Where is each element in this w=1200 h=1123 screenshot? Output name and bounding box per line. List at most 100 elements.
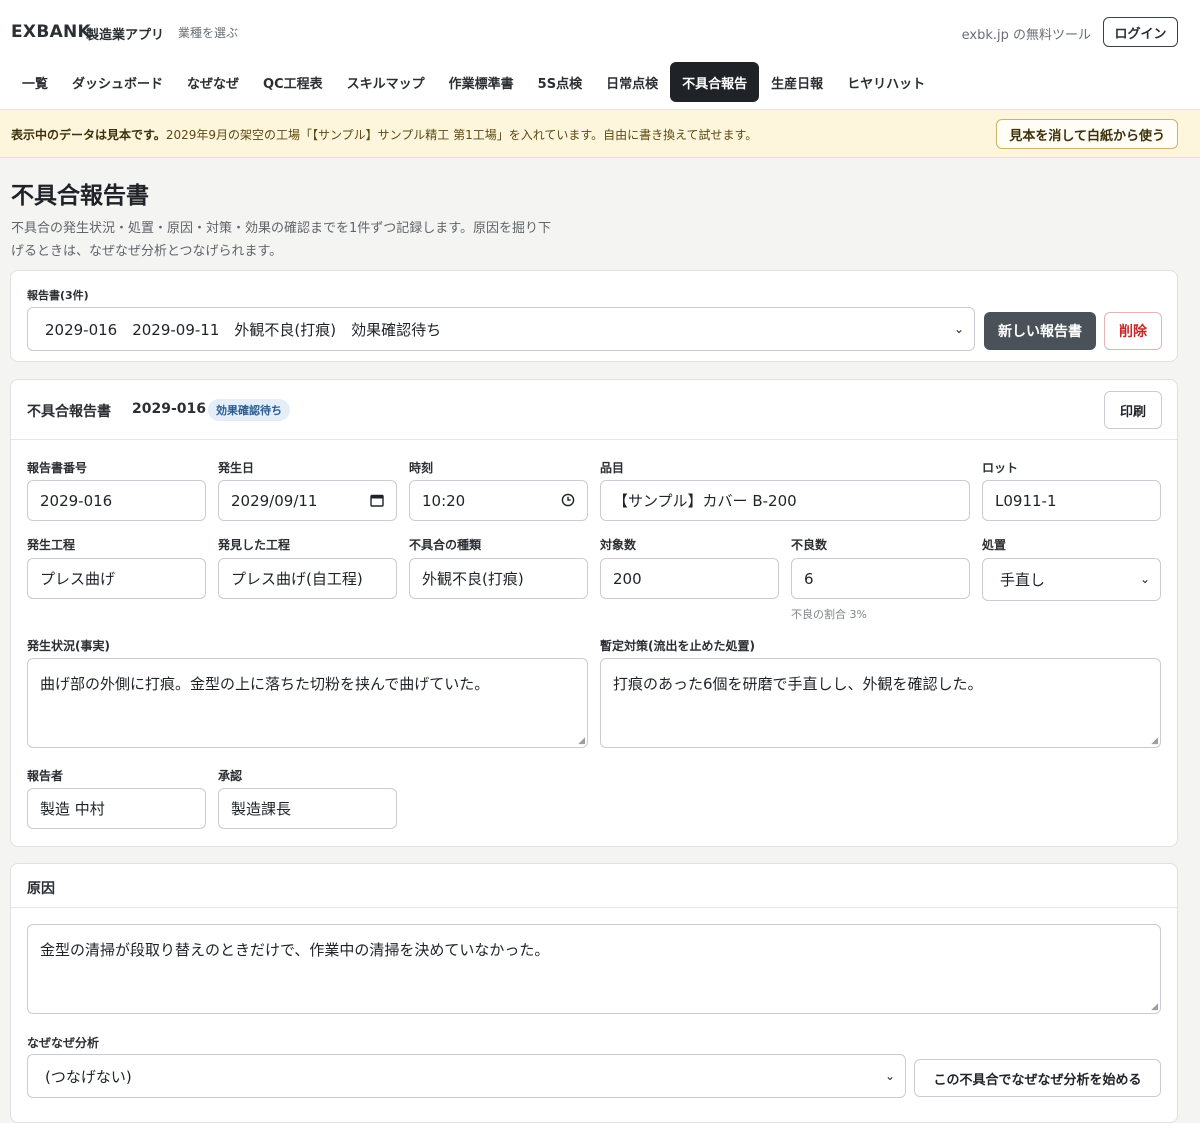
status-badge: 効果確認待ち [208, 399, 290, 421]
time-value: 10:20 [422, 491, 466, 510]
report-selector-card: 報告書(3件) 2029-016 2029-09-11 外観不良(打痕) 効果確… [10, 270, 1178, 362]
why-analysis-value: (つなげない) [45, 1067, 132, 1086]
resize-grip-icon[interactable]: ◢ [578, 736, 585, 746]
report-no-field[interactable]: 2029-016 [27, 480, 206, 521]
approver-field[interactable]: 製造課長 [218, 788, 397, 829]
defect-count-value: 6 [804, 569, 814, 588]
disposition-select[interactable]: 手直し ⌄ [982, 558, 1161, 601]
resize-grip-icon[interactable]: ◢ [1151, 736, 1158, 746]
report-selector-label: 報告書(3件) [27, 289, 89, 302]
target-count-field[interactable]: 200 [600, 558, 779, 599]
report-header-number: 2029-016 [132, 401, 206, 417]
print-button[interactable]: 印刷 [1104, 391, 1162, 429]
process-field[interactable]: プレス曲げ [27, 558, 206, 599]
delete-report-button[interactable]: 削除 [1104, 312, 1162, 350]
reporter-field[interactable]: 製造 中村 [27, 788, 206, 829]
lot-field[interactable]: L0911-1 [982, 480, 1161, 521]
found-process-label: 発見した工程 [218, 538, 291, 552]
nav-item-near-miss[interactable]: ヒヤリハット [835, 62, 937, 102]
lot-label: ロット [982, 461, 1019, 475]
brand-row: EXBANK 製造業アプリ 業種を選ぶ exbk.jp の無料ツール ログイン [11, 16, 1178, 48]
nav-item-daily-production[interactable]: 生産日報 [759, 62, 835, 102]
situation-textarea[interactable]: 曲げ部の外側に打痕。金型の上に落ちた切粉を挟んで曲げていた。 ◢ [27, 658, 588, 748]
clock-icon[interactable] [561, 493, 575, 511]
situation-label: 発生状況(事実) [27, 639, 110, 653]
app-name[interactable]: 製造業アプリ [86, 24, 164, 43]
defect-count-field[interactable]: 6 [791, 558, 970, 599]
cause-value: 金型の清掃が段取り替えのときだけで、作業中の清掃を決めていなかった。 [40, 941, 550, 959]
nav-item-why-why[interactable]: なぜなぜ [175, 62, 251, 102]
found-process-field[interactable]: プレス曲げ(自工程) [218, 558, 397, 599]
free-tools-link[interactable]: exbk.jp の無料ツール [962, 24, 1091, 43]
why-analysis-label: なぜなぜ分析 [27, 1036, 100, 1050]
approver-label: 承認 [218, 769, 243, 783]
time-field[interactable]: 10:20 [409, 480, 588, 521]
report-detail-card: 不具合報告書 2029-016 効果確認待ち 印刷 報告書番号 2029-016… [10, 379, 1178, 847]
target-count-value: 200 [613, 569, 642, 588]
calendar-icon[interactable] [370, 493, 384, 511]
chevron-down-icon: ⌄ [1139, 572, 1150, 586]
nav-item-list[interactable]: 一覧 [11, 62, 60, 102]
nav-item-5s-check[interactable]: 5S点検 [526, 62, 594, 102]
nav-item-qc-process[interactable]: QC工程表 [251, 62, 335, 102]
sample-data-banner: 表示中のデータは見本です。2029年9月の架空の工場「【サンプル】サンプル精工 … [0, 110, 1200, 158]
chevron-down-icon: ⌄ [884, 1069, 895, 1083]
logo[interactable]: EXBANK [11, 22, 91, 42]
start-why-analysis-button[interactable]: この不具合でなぜなぜ分析を始める [914, 1059, 1161, 1097]
defect-rate-hint: 不良の割合 3% [791, 608, 867, 621]
resize-grip-icon[interactable]: ◢ [1151, 1002, 1158, 1012]
interim-value: 打痕のあった6個を研磨で手直しし、外観を確認した。 [613, 675, 983, 693]
lot-value: L0911-1 [995, 491, 1057, 510]
clear-sample-button[interactable]: 見本を消して白紙から使う [996, 119, 1178, 149]
situation-value: 曲げ部の外側に打痕。金型の上に落ちた切粉を挟んで曲げていた。 [40, 675, 490, 693]
defect-type-value: 外観不良(打痕) [422, 570, 524, 588]
nav-item-dashboard[interactable]: ダッシュボード [60, 62, 175, 102]
page-heading: 不具合報告書 不具合の発生状況・処置・原因・対策・効果の確認までを1件ずつ記録し… [11, 176, 571, 263]
nav-item-daily-check[interactable]: 日常点検 [594, 62, 670, 102]
page-title: 不具合報告書 [11, 183, 149, 209]
why-analysis-select[interactable]: (つなげない) ⌄ [27, 1054, 906, 1098]
nav-item-defect-report[interactable]: 不具合報告 [670, 62, 760, 102]
target-count-label: 対象数 [600, 538, 637, 552]
process-label: 発生工程 [27, 538, 76, 552]
report-select[interactable]: 2029-016 2029-09-11 外観不良(打痕) 効果確認待ち ⌄ [27, 307, 975, 351]
cause-header: 原因 [11, 864, 1177, 908]
defect-count-label: 不良数 [791, 538, 828, 552]
date-field[interactable]: 2029/09/11 [218, 480, 397, 521]
disposition-value: 手直し [1000, 571, 1046, 589]
industry-select-link[interactable]: 業種を選ぶ [178, 24, 238, 41]
report-select-value: 2029-016 2029-09-11 外観不良(打痕) 効果確認待ち [45, 320, 442, 339]
defect-type-field[interactable]: 外観不良(打痕) [409, 558, 588, 599]
new-report-button[interactable]: 新しい報告書 [984, 312, 1096, 350]
disposition-label: 処置 [982, 538, 1007, 552]
banner-detail-text: 2029年9月の架空の工場「【サンプル】サンプル精工 第1工場」を入れています。… [165, 128, 758, 142]
approver-value: 製造課長 [231, 800, 292, 818]
nav-item-work-standard[interactable]: 作業標準書 [437, 62, 526, 102]
interim-textarea[interactable]: 打痕のあった6個を研磨で手直しし、外観を確認した。 ◢ [600, 658, 1161, 748]
report-header-title: 不具合報告書 [27, 404, 111, 420]
report-no-label: 報告書番号 [27, 461, 88, 475]
date-value: 2029/09/11 [231, 491, 318, 510]
process-value: プレス曲げ [40, 570, 116, 588]
report-detail-header: 不具合報告書 2029-016 効果確認待ち 印刷 [11, 380, 1177, 440]
nav-item-skill-map[interactable]: スキルマップ [335, 62, 437, 102]
chevron-down-icon: ⌄ [953, 322, 964, 336]
defect-type-label: 不具合の種類 [409, 538, 482, 552]
cause-title: 原因 [27, 881, 55, 897]
banner-bold-text: 表示中のデータは見本です。 [11, 128, 166, 142]
interim-label: 暫定対策(流出を止めた処置) [600, 639, 755, 653]
main-nav: 一覧 ダッシュボード なぜなぜ QC工程表 スキルマップ 作業標準書 5S点検 … [11, 62, 937, 102]
item-field[interactable]: 【サンプル】カバー B-200 [600, 480, 970, 521]
banner-text: 表示中のデータは見本です。2029年9月の架空の工場「【サンプル】サンプル精工 … [11, 126, 757, 143]
top-header: EXBANK 製造業アプリ 業種を選ぶ exbk.jp の無料ツール ログイン … [0, 0, 1200, 110]
date-label: 発生日 [218, 461, 255, 475]
cause-card: 原因 金型の清掃が段取り替えのときだけで、作業中の清掃を決めていなかった。 ◢ … [10, 863, 1178, 1123]
report-no-value: 2029-016 [40, 491, 113, 510]
time-label: 時刻 [409, 461, 434, 475]
reporter-label: 報告者 [27, 769, 64, 783]
login-button[interactable]: ログイン [1103, 17, 1178, 47]
cause-textarea[interactable]: 金型の清掃が段取り替えのときだけで、作業中の清掃を決めていなかった。 ◢ [27, 924, 1161, 1014]
page-description: 不具合の発生状況・処置・原因・対策・効果の確認までを1件ずつ記録します。原因を掘… [11, 221, 551, 259]
reporter-value: 製造 中村 [40, 800, 105, 818]
item-value: 【サンプル】カバー B-200 [613, 492, 797, 510]
